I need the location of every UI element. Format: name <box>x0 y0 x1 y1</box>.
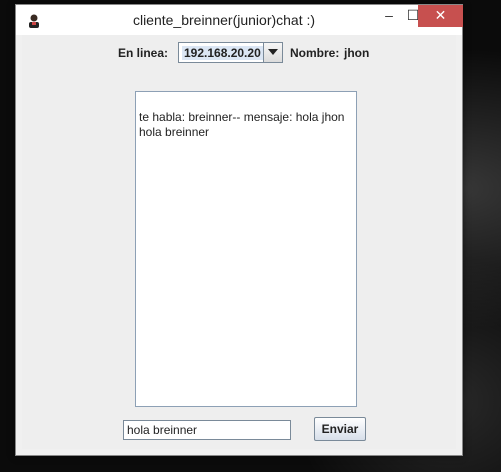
message-input[interactable]: hola breinner <box>123 420 291 440</box>
ip-selected-value: 192.168.20.20 <box>182 46 263 60</box>
name-label: Nombre: <box>290 46 340 60</box>
name-value: jhon <box>344 46 370 60</box>
chat-messages-area[interactable]: te habla: breinner-- mensaje: hola jhon … <box>135 91 357 407</box>
send-button[interactable]: Enviar <box>314 417 366 441</box>
chat-message: te habla: breinner-- mensaje: hola jhon <box>139 110 345 124</box>
chat-window: cliente_breinner(junior)chat :) – ☐ ✕ En… <box>15 4 463 456</box>
online-label: En linea: <box>118 46 169 60</box>
title-bar[interactable]: cliente_breinner(junior)chat :) – ☐ ✕ <box>16 5 463 35</box>
chevron-down-icon[interactable] <box>263 43 282 62</box>
chat-message: hola breinner <box>139 125 210 139</box>
ip-combobox[interactable]: 192.168.20.20 <box>178 42 283 63</box>
close-button[interactable]: ✕ <box>418 5 463 27</box>
content-panel: En linea: 192.168.20.20 Nombre: jhon te … <box>22 35 456 449</box>
